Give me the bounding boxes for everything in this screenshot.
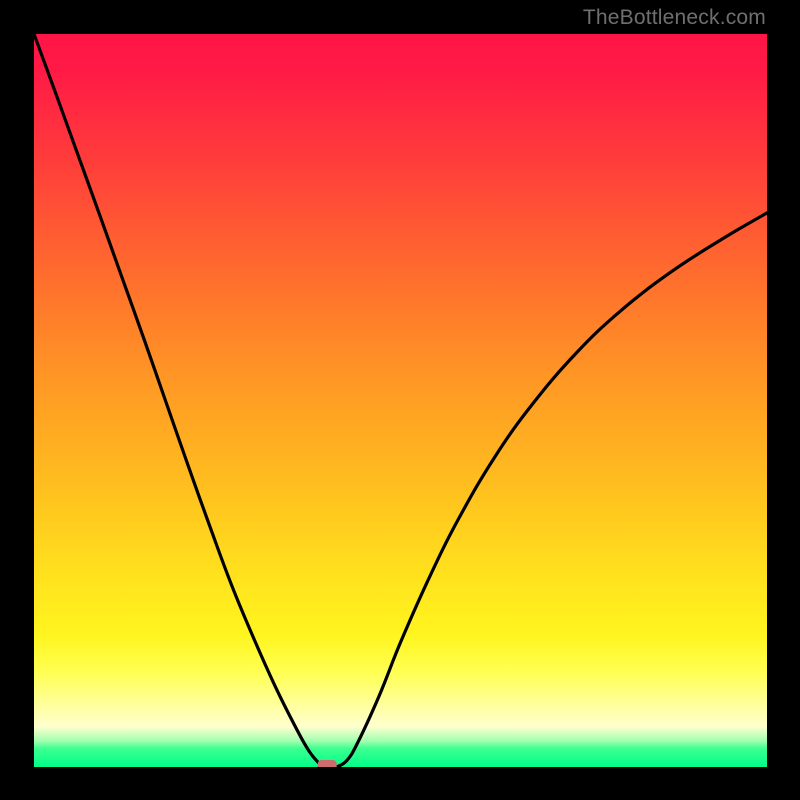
- watermark-text: TheBottleneck.com: [583, 6, 766, 30]
- curve-svg: [34, 34, 767, 767]
- minimum-marker: [318, 760, 337, 767]
- chart-frame: TheBottleneck.com: [0, 0, 800, 800]
- bottleneck-curve: [34, 34, 767, 767]
- plot-area: [34, 34, 767, 767]
